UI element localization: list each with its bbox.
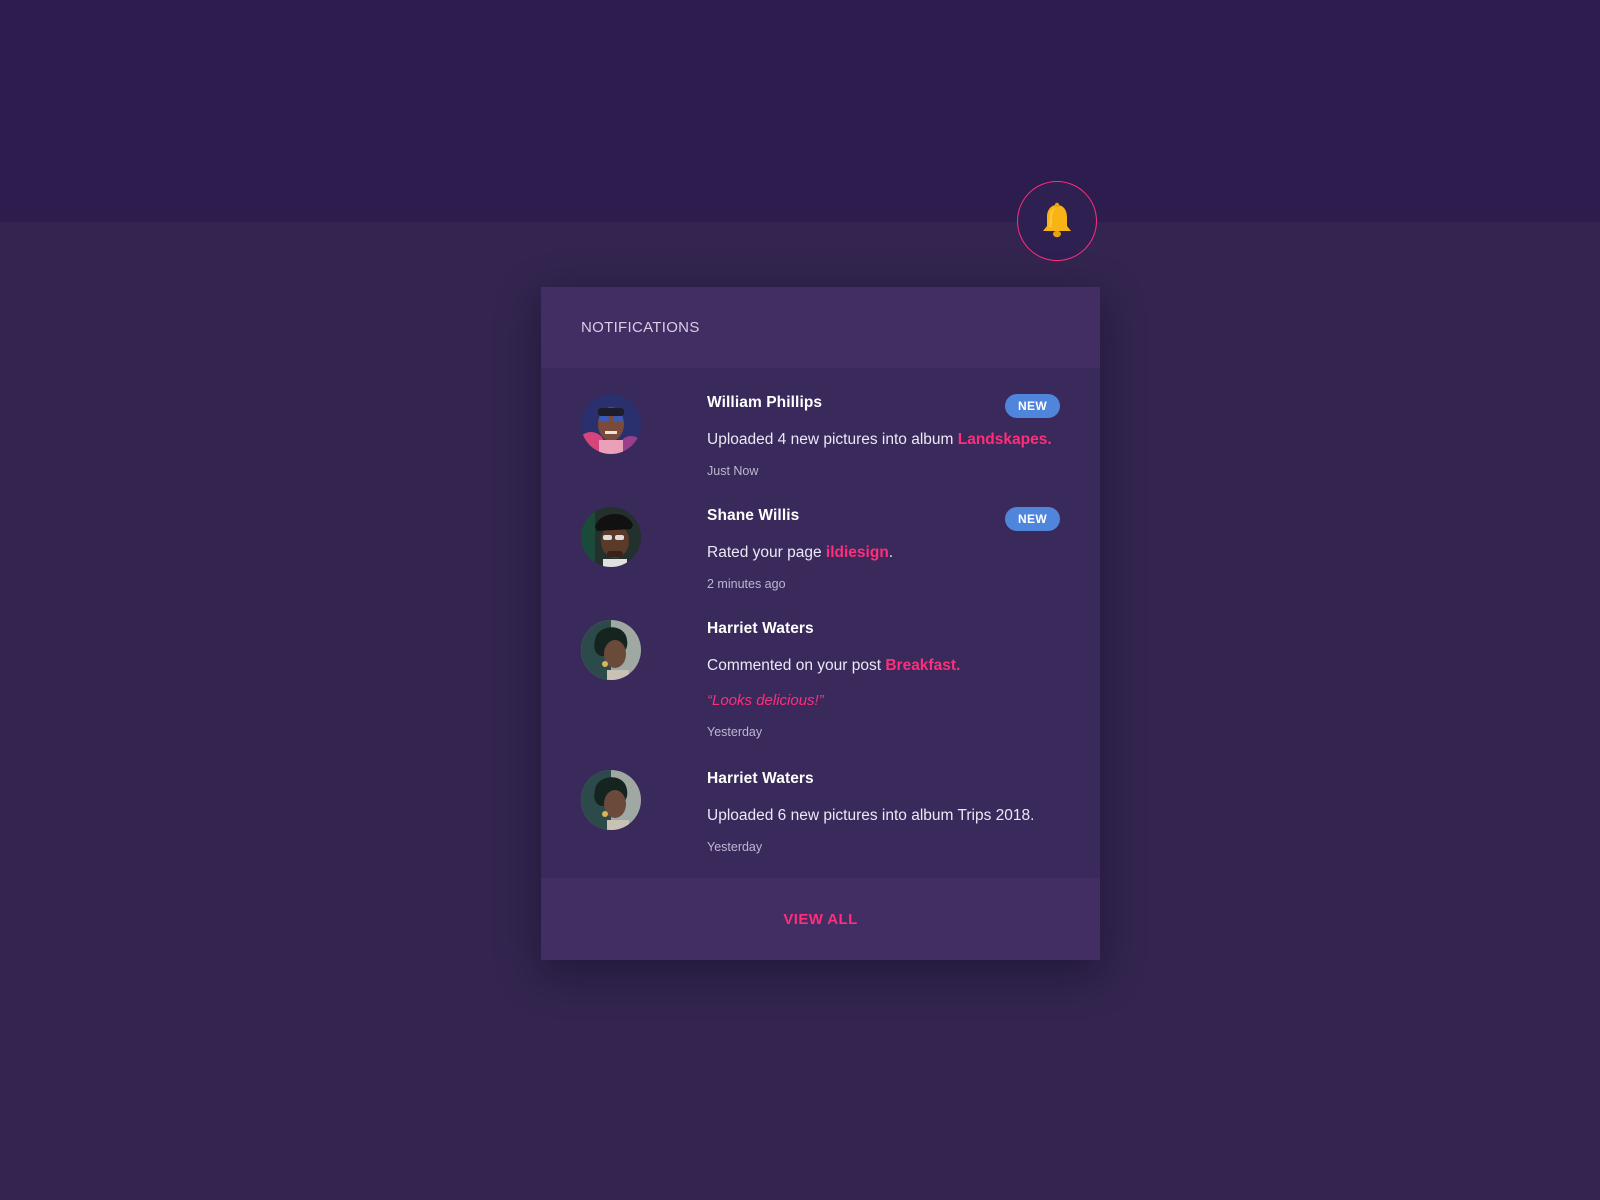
avatar xyxy=(581,620,641,680)
notification-time: Just Now xyxy=(707,464,759,478)
notification-item[interactable]: William Phillips NEW Uploaded 4 new pict… xyxy=(581,394,1060,480)
notification-item[interactable]: Shane Willis NEW Rated your page ildiesi… xyxy=(581,507,1060,593)
notification-link[interactable]: ildiesign xyxy=(826,544,889,561)
notification-item[interactable]: Harriet Waters Commented on your post Br… xyxy=(581,620,1060,740)
notification-text: Rated your page ildiesign. xyxy=(707,544,894,561)
new-badge: NEW xyxy=(1005,507,1060,531)
notification-text: Commented on your post Breakfast. xyxy=(707,657,961,674)
new-badge: NEW xyxy=(1005,394,1060,418)
notification-time: 2 minutes ago xyxy=(707,577,786,591)
notification-name: Harriet Waters xyxy=(707,620,814,637)
comment-quote: “Looks delicious!” xyxy=(707,692,824,709)
notification-name: William Phillips xyxy=(707,394,823,411)
notification-name: Shane Willis xyxy=(707,507,800,524)
notification-link[interactable]: Breakfast. xyxy=(885,657,960,674)
notification-text: Uploaded 4 new pictures into album Lands… xyxy=(707,431,1052,448)
notifications-panel: NOTIFICATIONS William Phillips NEW Uploa… xyxy=(541,287,1100,960)
bell-icon xyxy=(1040,202,1074,240)
notification-name: Harriet Waters xyxy=(707,770,814,787)
avatar xyxy=(581,770,641,830)
avatar xyxy=(581,394,641,454)
notification-time: Yesterday xyxy=(707,725,763,739)
top-band xyxy=(0,0,1600,222)
panel-header: NOTIFICATIONS xyxy=(541,287,1100,368)
view-all-link[interactable]: VIEW ALL xyxy=(783,911,857,928)
panel-title: NOTIFICATIONS xyxy=(581,319,700,336)
notification-item[interactable]: Harriet Waters Uploaded 6 new pictures i… xyxy=(581,770,1060,856)
notifications-bell-button[interactable] xyxy=(1017,181,1097,261)
notification-time: Yesterday xyxy=(707,840,763,854)
notification-link[interactable]: Landskapes. xyxy=(958,431,1052,448)
notification-text: Uploaded 6 new pictures into album Trips… xyxy=(707,807,1035,824)
avatar xyxy=(581,507,641,567)
panel-footer: VIEW ALL xyxy=(541,878,1100,960)
